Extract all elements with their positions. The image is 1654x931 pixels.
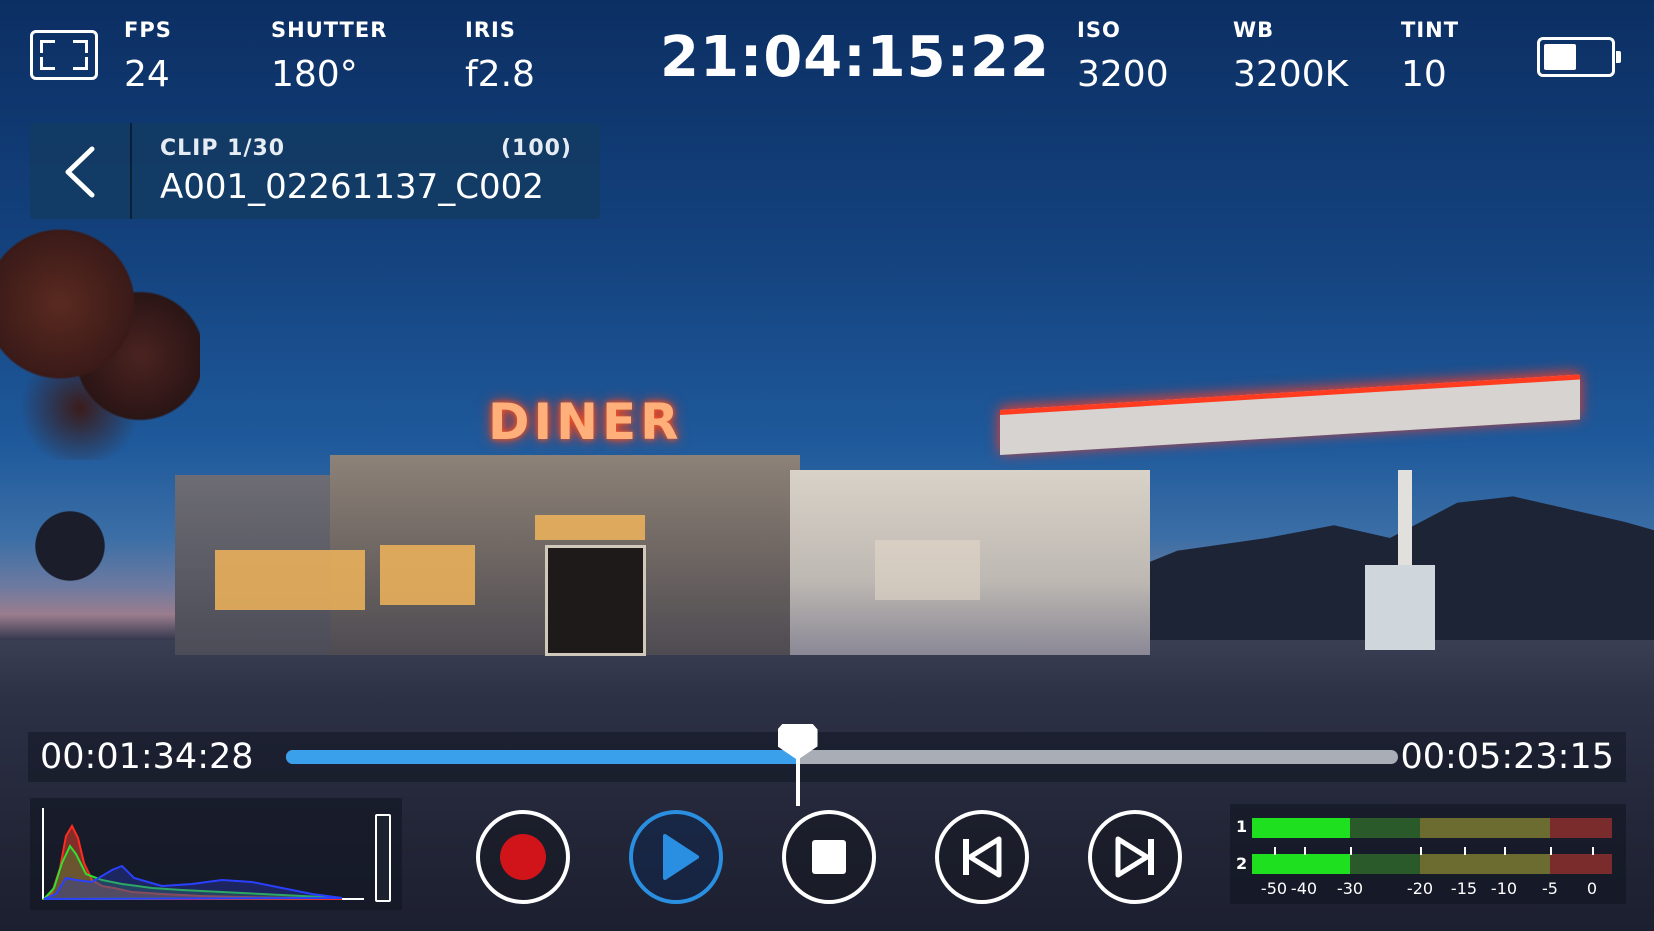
meter-tick xyxy=(1274,847,1276,855)
diner-window xyxy=(535,515,645,540)
clip-name: A001_02261137_C002 xyxy=(160,167,544,207)
meter-segment xyxy=(1350,854,1420,874)
tint-value: 10 xyxy=(1401,54,1447,95)
audio-meter-channel-1 xyxy=(1252,818,1612,838)
clipping-indicator xyxy=(375,814,391,902)
meter-tick xyxy=(1420,847,1422,855)
frame-guides-icon[interactable] xyxy=(30,30,98,80)
timeline-track[interactable] xyxy=(286,724,1398,806)
diner-door xyxy=(545,545,646,656)
scale-label: -50 xyxy=(1260,879,1288,898)
scale-label: -15 xyxy=(1450,879,1478,898)
clip-total: (100) xyxy=(500,136,572,161)
chevron-left-icon xyxy=(65,146,95,198)
back-button[interactable] xyxy=(30,123,132,219)
channel-label: 1 xyxy=(1236,817,1248,836)
diner-window xyxy=(380,545,475,605)
gas-pump xyxy=(1365,565,1435,650)
scale-label: -20 xyxy=(1406,879,1434,898)
clip-duration: 00:05:23:15 xyxy=(1400,737,1614,777)
wb-label: WB xyxy=(1233,18,1275,42)
fps-label: FPS xyxy=(124,18,172,42)
fps-value: 24 xyxy=(124,54,170,95)
timeline-progress xyxy=(286,750,798,764)
play-icon xyxy=(663,834,699,880)
scale-label: -30 xyxy=(1336,879,1364,898)
channel-label: 2 xyxy=(1236,854,1248,873)
playhead-handle[interactable] xyxy=(777,724,818,808)
battery-fill xyxy=(1544,44,1576,70)
meter-segment xyxy=(1420,818,1550,838)
iso-label: ISO xyxy=(1077,18,1121,42)
meter-segment xyxy=(1550,818,1612,838)
record-button[interactable] xyxy=(476,810,570,904)
clip-index: CLIP 1/30 xyxy=(160,136,286,161)
battery-icon xyxy=(1537,37,1621,77)
stop-button[interactable] xyxy=(782,810,876,904)
meter-segment xyxy=(1350,818,1420,838)
play-button[interactable] xyxy=(629,810,723,904)
meter-ticks xyxy=(1252,847,1612,855)
iso-setting[interactable]: ISO 3200 xyxy=(1077,18,1169,95)
status-bar: FPS 24 SHUTTER 180° IRIS f2.8 21:04:15:2… xyxy=(0,0,1654,110)
wb-value: 3200K xyxy=(1233,54,1349,95)
meter-tick xyxy=(1304,847,1306,855)
meter-tick xyxy=(1550,847,1552,855)
audio-meter-channel-2 xyxy=(1252,854,1612,874)
scale-label: -40 xyxy=(1290,879,1318,898)
diner-window xyxy=(875,540,980,600)
tint-setting[interactable]: TINT 10 xyxy=(1401,18,1459,95)
scale-label: -10 xyxy=(1490,879,1518,898)
record-icon xyxy=(500,834,546,880)
skip-back-icon xyxy=(963,836,1002,878)
scrub-bar: 00:01:34:28 00:05:23:15 xyxy=(28,724,1626,806)
clip-info-panel: CLIP 1/30 (100) A001_02261137_C002 xyxy=(30,123,600,219)
iris-label: IRIS xyxy=(465,18,516,42)
joshua-tree-small xyxy=(20,510,120,630)
joshua-tree xyxy=(0,200,200,460)
diner-window xyxy=(215,550,365,610)
meter-segment xyxy=(1252,854,1350,874)
shutter-setting[interactable]: SHUTTER 180° xyxy=(271,18,387,95)
tint-label: TINT xyxy=(1401,18,1460,42)
skip-forward-icon xyxy=(1115,836,1154,878)
meter-tick xyxy=(1464,847,1466,855)
meter-tick xyxy=(1592,847,1594,855)
iso-value: 3200 xyxy=(1077,54,1169,95)
next-clip-button[interactable] xyxy=(1088,810,1182,904)
wb-setting[interactable]: WB 3200K xyxy=(1233,18,1348,95)
shutter-label: SHUTTER xyxy=(271,18,388,42)
previous-clip-button[interactable] xyxy=(935,810,1029,904)
diner-sign: DINER xyxy=(488,393,683,451)
audio-meters[interactable]: 1 2 -50 -40 -30 -20 -15 -10 -5 0 xyxy=(1230,804,1626,904)
meter-segment xyxy=(1420,854,1550,874)
meter-tick xyxy=(1504,847,1506,855)
meter-segment xyxy=(1252,818,1350,838)
current-timecode: 00:01:34:28 xyxy=(40,737,254,777)
timecode-display[interactable]: 21:04:15:22 xyxy=(660,25,1050,90)
meter-tick xyxy=(1350,847,1352,855)
stop-icon xyxy=(812,840,846,874)
iris-setting[interactable]: IRIS f2.8 xyxy=(465,18,535,95)
meter-segment xyxy=(1550,854,1612,874)
scale-label: 0 xyxy=(1586,879,1598,898)
fps-setting[interactable]: FPS 24 xyxy=(124,18,172,95)
scale-label: -5 xyxy=(1542,879,1558,898)
histogram-graph xyxy=(42,808,364,900)
shutter-value: 180° xyxy=(271,54,358,95)
histogram[interactable] xyxy=(30,798,402,910)
iris-value: f2.8 xyxy=(465,54,535,95)
